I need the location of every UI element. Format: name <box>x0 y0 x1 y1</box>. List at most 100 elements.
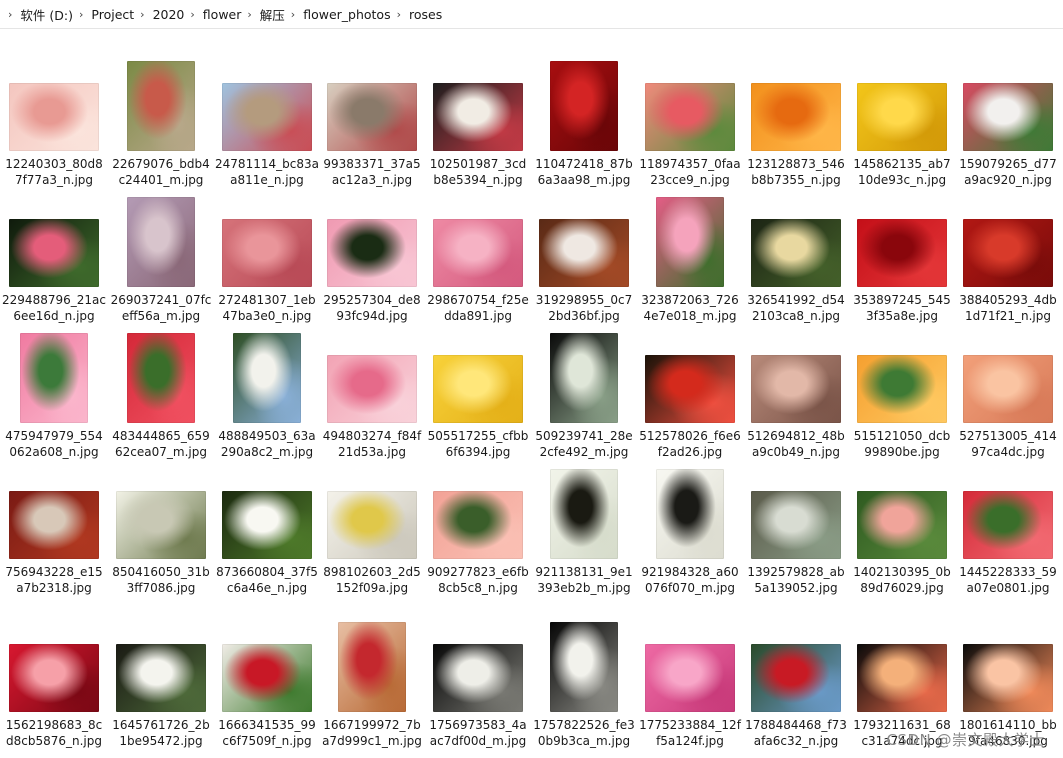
file-item[interactable]: 22679076_bdb4c24401_m.jpg <box>109 43 213 187</box>
chevron-right-icon[interactable]: › <box>140 8 144 21</box>
image-thumbnail[interactable] <box>433 219 523 287</box>
image-thumbnail[interactable] <box>857 219 947 287</box>
chevron-right-icon[interactable]: › <box>190 8 194 21</box>
image-thumbnail[interactable] <box>116 644 206 712</box>
file-item[interactable]: 1667199972_7ba7d999c1_m.jpg <box>320 604 424 748</box>
file-item[interactable]: 1788484468_f73afa6c32_n.jpg <box>744 604 848 748</box>
image-thumbnail[interactable] <box>857 83 947 151</box>
image-thumbnail[interactable] <box>433 644 523 712</box>
image-thumbnail[interactable] <box>327 491 417 559</box>
file-item[interactable]: 145862135_ab710de93c_n.jpg <box>850 43 954 187</box>
file-item[interactable]: 909277823_e6fb8cb5c8_n.jpg <box>426 451 530 595</box>
image-thumbnail[interactable] <box>222 491 312 559</box>
file-item[interactable]: 494803274_f84f21d53a.jpg <box>320 315 424 459</box>
image-thumbnail[interactable] <box>963 644 1053 712</box>
breadcrumb-item[interactable]: roses <box>409 7 442 22</box>
file-item[interactable]: 272481307_1eb47ba3e0_n.jpg <box>215 179 319 323</box>
image-thumbnail[interactable] <box>222 219 312 287</box>
file-item[interactable]: 326541992_d542103ca8_n.jpg <box>744 179 848 323</box>
image-thumbnail[interactable] <box>751 491 841 559</box>
image-thumbnail[interactable] <box>550 469 618 559</box>
file-item[interactable]: 388405293_4db1d71f21_n.jpg <box>956 179 1060 323</box>
image-thumbnail[interactable] <box>222 644 312 712</box>
file-item[interactable]: 110472418_87b6a3aa98_m.jpg <box>532 43 636 187</box>
file-item[interactable]: 756943228_e15a7b2318.jpg <box>2 451 106 595</box>
file-item[interactable]: 921138131_9e1393eb2b_m.jpg <box>532 451 636 595</box>
image-thumbnail[interactable] <box>645 83 735 151</box>
file-item[interactable]: 118974357_0faa23cce9_n.jpg <box>638 43 742 187</box>
image-thumbnail[interactable] <box>327 219 417 287</box>
file-item[interactable]: 12240303_80d87f77a3_n.jpg <box>2 43 106 187</box>
image-thumbnail[interactable] <box>327 355 417 423</box>
image-thumbnail[interactable] <box>963 83 1053 151</box>
image-thumbnail[interactable] <box>9 83 99 151</box>
image-thumbnail[interactable] <box>127 333 195 423</box>
image-thumbnail[interactable] <box>233 333 301 423</box>
file-item[interactable]: 1562198683_8cd8cb5876_n.jpg <box>2 604 106 748</box>
breadcrumb-item[interactable]: 解压 <box>260 5 285 24</box>
image-thumbnail[interactable] <box>963 219 1053 287</box>
image-thumbnail[interactable] <box>645 644 735 712</box>
image-thumbnail[interactable] <box>857 355 947 423</box>
image-thumbnail[interactable] <box>539 219 629 287</box>
image-thumbnail[interactable] <box>9 219 99 287</box>
file-item[interactable]: 483444865_65962cea07_m.jpg <box>109 315 213 459</box>
file-item[interactable]: 295257304_de893fc94d.jpg <box>320 179 424 323</box>
image-thumbnail[interactable] <box>327 83 417 151</box>
file-item[interactable]: 515121050_dcb99890be.jpg <box>850 315 954 459</box>
image-thumbnail[interactable] <box>857 491 947 559</box>
file-item[interactable]: 1445228333_59a07e0801.jpg <box>956 451 1060 595</box>
image-thumbnail[interactable] <box>550 622 618 712</box>
file-item[interactable]: 898102603_2d5152f09a.jpg <box>320 451 424 595</box>
file-item[interactable]: 102501987_3cdb8e5394_n.jpg <box>426 43 530 187</box>
chevron-right-icon[interactable]: › <box>247 8 251 21</box>
file-item[interactable]: 229488796_21ac6ee16d_n.jpg <box>2 179 106 323</box>
file-item[interactable]: 1793211631_68c31a74dc.jpg <box>850 604 954 748</box>
file-item[interactable]: 1645761726_2b1be95472.jpg <box>109 604 213 748</box>
image-thumbnail[interactable] <box>656 469 724 559</box>
image-thumbnail[interactable] <box>645 355 735 423</box>
file-item[interactable]: 873660804_37f5c6a46e_n.jpg <box>215 451 319 595</box>
image-thumbnail[interactable] <box>751 355 841 423</box>
breadcrumb-item[interactable]: Project <box>91 7 134 22</box>
file-item[interactable]: 99383371_37a5ac12a3_n.jpg <box>320 43 424 187</box>
chevron-right-icon[interactable]: › <box>8 8 12 21</box>
file-item[interactable]: 505517255_cfbb6f6394.jpg <box>426 315 530 459</box>
image-thumbnail[interactable] <box>433 491 523 559</box>
file-item[interactable]: 24781114_bc83aa811e_n.jpg <box>215 43 319 187</box>
image-thumbnail[interactable] <box>9 491 99 559</box>
file-item[interactable]: 319298955_0c72bd36bf.jpg <box>532 179 636 323</box>
image-thumbnail[interactable] <box>222 83 312 151</box>
file-item[interactable]: 1756973583_4aac7df00d_m.jpg <box>426 604 530 748</box>
image-thumbnail[interactable] <box>127 197 195 287</box>
file-item[interactable]: 1392579828_ab5a139052.jpg <box>744 451 848 595</box>
image-thumbnail[interactable] <box>550 61 618 151</box>
image-thumbnail[interactable] <box>751 644 841 712</box>
file-item[interactable]: 1402130395_0b89d76029.jpg <box>850 451 954 595</box>
file-item[interactable]: 475947979_554062a608_n.jpg <box>2 315 106 459</box>
file-item[interactable]: 850416050_31b3ff7086.jpg <box>109 451 213 595</box>
breadcrumb-item[interactable]: 软件 (D:) <box>20 5 73 24</box>
chevron-right-icon[interactable]: › <box>397 8 401 21</box>
file-item[interactable]: 269037241_07fceff56a_m.jpg <box>109 179 213 323</box>
image-thumbnail[interactable] <box>9 644 99 712</box>
file-item[interactable]: 488849503_63a290a8c2_m.jpg <box>215 315 319 459</box>
image-thumbnail[interactable] <box>20 333 88 423</box>
image-thumbnail[interactable] <box>963 355 1053 423</box>
image-thumbnail[interactable] <box>433 83 523 151</box>
file-item[interactable]: 159079265_d77a9ac920_n.jpg <box>956 43 1060 187</box>
file-item[interactable]: 1775233884_12ff5a124f.jpg <box>638 604 742 748</box>
chevron-right-icon[interactable]: › <box>79 8 83 21</box>
image-thumbnail[interactable] <box>751 219 841 287</box>
image-thumbnail[interactable] <box>857 644 947 712</box>
chevron-right-icon[interactable]: › <box>291 8 295 21</box>
image-thumbnail[interactable] <box>433 355 523 423</box>
file-item[interactable]: 1801614110_bb9fa46830.jpg <box>956 604 1060 748</box>
file-item[interactable]: 512578026_f6e6f2ad26.jpg <box>638 315 742 459</box>
image-thumbnail[interactable] <box>656 197 724 287</box>
file-item[interactable]: 1666341535_99c6f7509f_n.jpg <box>215 604 319 748</box>
file-item[interactable]: 323872063_7264e7e018_m.jpg <box>638 179 742 323</box>
file-item[interactable]: 921984328_a60076f070_m.jpg <box>638 451 742 595</box>
image-thumbnail[interactable] <box>550 333 618 423</box>
breadcrumb-item[interactable]: 2020 <box>153 7 185 22</box>
